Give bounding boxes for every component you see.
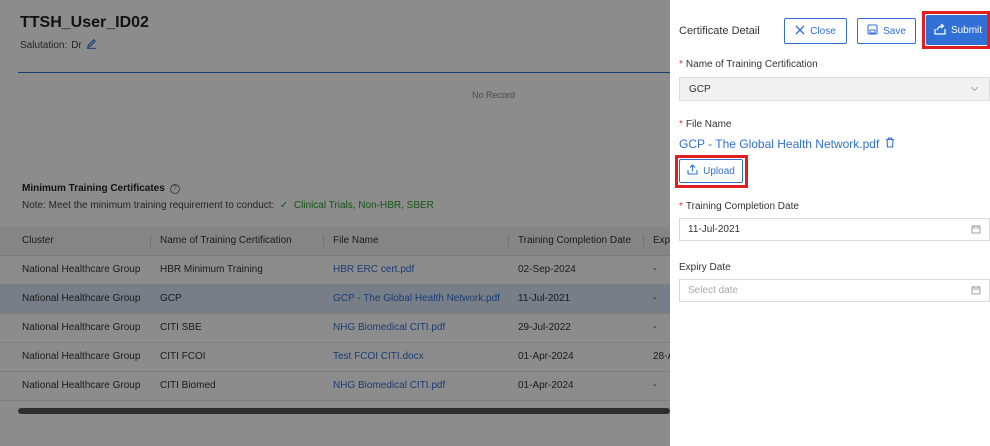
upload-icon	[687, 164, 698, 178]
column-header-cluster[interactable]: Cluster	[0, 227, 150, 256]
cell-cluster: National Healthcare Group	[0, 255, 150, 285]
expiry-date-placeholder: Select date	[688, 285, 739, 296]
close-button[interactable]: Close	[784, 18, 847, 44]
check-icon: ✓	[277, 200, 292, 211]
cell-completion-date: 01-Apr-2024	[508, 371, 643, 401]
delete-icon[interactable]	[885, 137, 895, 151]
cert-name-value: GCP	[689, 83, 711, 95]
cert-name-label: * Name of Training Certification	[679, 59, 818, 70]
column-header-file-name[interactable]: File Name	[323, 227, 508, 256]
required-marker: *	[679, 119, 683, 130]
submit-icon	[934, 23, 946, 38]
submit-button-label: Submit	[950, 24, 983, 36]
calendar-icon	[971, 224, 981, 237]
salutation-label: Salutation:	[20, 39, 68, 51]
certificate-detail-drawer: Certificate Detail Close Save Submit * Na…	[670, 0, 990, 446]
file-name-label: * File Name	[679, 119, 731, 130]
drawer-title: Certificate Detail	[679, 25, 760, 37]
table-row[interactable]: National Healthcare Group HBR Minimum Tr…	[0, 255, 670, 285]
expiry-date-label: Expiry Date	[679, 262, 731, 273]
completion-date-input[interactable]: 11-Jul-2021	[679, 218, 990, 241]
min-training-note: Note: Meet the minimum training requirem…	[22, 200, 434, 211]
cell-file-link[interactable]: HBR ERC cert.pdf	[323, 255, 508, 285]
cell-file-link[interactable]: NHG Biomedical CITI.pdf	[323, 371, 508, 401]
cell-certification: CITI Biomed	[150, 371, 323, 401]
completion-date-value: 11-Jul-2021	[688, 224, 741, 235]
required-marker: *	[679, 59, 683, 70]
expiry-date-input[interactable]: Select date	[679, 279, 990, 302]
cell-file-link[interactable]: NHG Biomedical CITI.pdf	[323, 313, 508, 343]
certificates-table: Cluster Name of Training Certification F…	[0, 227, 670, 401]
horizontal-scrollbar[interactable]	[18, 408, 670, 414]
submit-button[interactable]: Submit	[926, 15, 990, 45]
cell-expiry: -	[643, 255, 670, 285]
chevron-down-icon	[970, 84, 979, 95]
required-marker: *	[679, 201, 683, 212]
close-button-label: Close	[810, 25, 836, 37]
cell-completion-date: 01-Apr-2024	[508, 342, 643, 372]
cell-cluster: National Healthcare Group	[0, 284, 150, 314]
cell-file-link[interactable]: GCP - The Global Health Network.pdf	[323, 284, 508, 314]
cell-expiry: 28-A	[643, 342, 670, 372]
salutation-value: Dr	[71, 39, 82, 51]
cell-completion-date: 11-Jul-2021	[508, 284, 643, 314]
table-row[interactable]: National Healthcare Group GCP GCP - The …	[0, 284, 670, 314]
cell-file-link[interactable]: Test FCOI CITI.docx	[323, 342, 508, 372]
save-button[interactable]: Save	[857, 18, 916, 44]
cell-certification: CITI FCOI	[150, 342, 323, 372]
calendar-icon	[971, 285, 981, 298]
table-row[interactable]: National Healthcare Group CITI SBE NHG B…	[0, 313, 670, 343]
column-header-certification[interactable]: Name of Training Certification	[150, 227, 323, 256]
cell-completion-date: 29-Jul-2022	[508, 313, 643, 343]
certificates-page: TTSH_User_ID02 Salutation: Dr No Record …	[0, 0, 670, 446]
note-prefix: Note: Meet the minimum training requirem…	[22, 200, 275, 211]
uploaded-file: GCP - The Global Health Network.pdf	[679, 137, 895, 151]
cell-expiry: -	[643, 284, 670, 314]
empty-state-text: No Record	[472, 90, 516, 100]
column-header-expiry[interactable]: Expi	[643, 227, 670, 256]
table-row[interactable]: National Healthcare Group CITI Biomed NH…	[0, 371, 670, 401]
cell-completion-date: 02-Sep-2024	[508, 255, 643, 285]
salutation: Salutation: Dr	[20, 38, 97, 52]
cell-expiry: -	[643, 371, 670, 401]
cell-expiry: -	[643, 313, 670, 343]
header-divider	[18, 72, 670, 73]
column-header-completion-date[interactable]: Training Completion Date	[508, 227, 643, 256]
completion-date-label-text: Training Completion Date	[685, 201, 799, 212]
user-title: TTSH_User_ID02	[20, 14, 149, 31]
save-button-label: Save	[883, 25, 906, 37]
cell-cluster: National Healthcare Group	[0, 342, 150, 372]
table-header-row: Cluster Name of Training Certification F…	[0, 227, 670, 256]
cert-name-label-text: Name of Training Certification	[685, 59, 818, 70]
completion-date-label: * Training Completion Date	[679, 201, 799, 212]
close-icon	[795, 25, 805, 38]
upload-button-label: Upload	[703, 165, 735, 177]
edit-pencil-icon[interactable]	[86, 38, 97, 52]
cell-certification: HBR Minimum Training	[150, 255, 323, 285]
file-name-label-text: File Name	[685, 119, 732, 130]
save-icon	[867, 24, 878, 38]
cell-cluster: National Healthcare Group	[0, 371, 150, 401]
cert-name-select[interactable]: GCP	[679, 77, 990, 101]
table-row[interactable]: National Healthcare Group CITI FCOI Test…	[0, 342, 670, 372]
cell-certification: CITI SBE	[150, 313, 323, 343]
note-items: Clinical Trials, Non-HBR, SBER	[293, 200, 434, 211]
min-training-title-text: Minimum Training Certificates	[22, 183, 165, 194]
cell-certification: GCP	[150, 284, 323, 314]
cell-cluster: National Healthcare Group	[0, 313, 150, 343]
upload-button[interactable]: Upload	[679, 159, 743, 183]
help-icon[interactable]: ?	[169, 183, 180, 194]
min-training-title: Minimum Training Certificates ?	[22, 183, 180, 194]
file-name-link[interactable]: GCP - The Global Health Network.pdf	[679, 137, 879, 151]
